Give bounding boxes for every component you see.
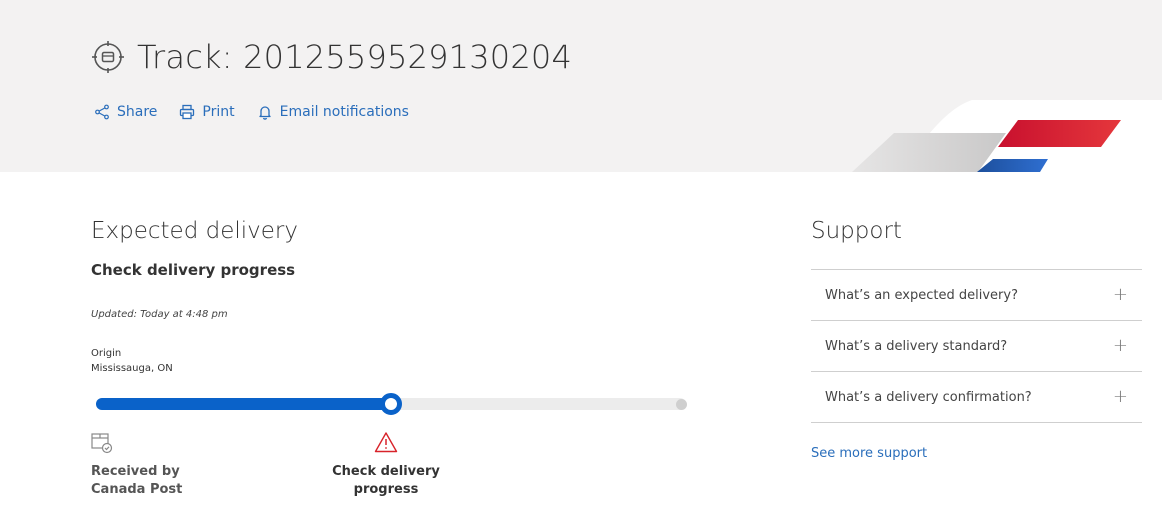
expand-plus-icon: +	[1112, 335, 1128, 356]
share-icon	[95, 104, 109, 120]
progress-current-marker	[380, 393, 402, 415]
support-question: What’s an expected delivery?	[825, 287, 1018, 303]
title-row: Track: 2012559529130204	[91, 38, 572, 76]
support-question: What’s a delivery standard?	[825, 338, 1008, 354]
delivery-status: Check delivery progress	[91, 261, 296, 279]
updated-timestamp: Updated: Today at 4:48 pm	[91, 309, 228, 320]
step-check-progress: Check delivery progress	[326, 463, 446, 499]
step-received: Received by Canada Post	[91, 463, 182, 499]
email-notifications-label: Email notifications	[279, 104, 409, 120]
step-received-line1: Received by	[91, 464, 180, 479]
support-item-expected-delivery[interactable]: What’s an expected delivery? +	[811, 270, 1142, 321]
print-label: Print	[202, 104, 235, 120]
see-more-support-link[interactable]: See more support	[811, 446, 927, 461]
step-check-line1: Check delivery	[332, 464, 440, 479]
email-notifications-button[interactable]: Email notifications	[257, 104, 409, 120]
page-header: Track: 2012559529130204 Share Print Emai…	[0, 0, 1162, 172]
package-received-icon	[91, 433, 113, 454]
support-question: What’s a delivery confirmation?	[825, 389, 1032, 405]
progress-end-dot	[676, 399, 687, 410]
origin-label: Origin	[91, 348, 122, 359]
warning-icon	[374, 432, 398, 453]
share-button[interactable]: Share	[94, 104, 157, 120]
canada-post-brand-graphic	[852, 100, 1162, 172]
print-button[interactable]: Print	[179, 104, 235, 120]
support-heading: Support	[811, 218, 902, 244]
progress-fill	[96, 398, 391, 410]
expand-plus-icon: +	[1112, 284, 1128, 305]
printer-icon	[180, 104, 195, 120]
expected-delivery-heading: Expected delivery	[91, 218, 298, 244]
track-target-icon	[92, 41, 124, 73]
origin-value: Mississauga, ON	[91, 363, 173, 374]
bell-icon	[258, 106, 271, 120]
expand-plus-icon: +	[1112, 386, 1128, 407]
support-accordion: What’s an expected delivery? + What’s a …	[811, 269, 1142, 423]
step-received-line2: Canada Post	[91, 482, 183, 497]
step-check-line2: progress	[353, 482, 419, 497]
page-title: Track: 2012559529130204	[137, 38, 573, 76]
support-item-delivery-confirmation[interactable]: What’s a delivery confirmation? +	[811, 372, 1142, 423]
share-label: Share	[117, 104, 158, 120]
support-item-delivery-standard[interactable]: What’s a delivery standard? +	[811, 321, 1142, 372]
header-actions: Share Print Email notifications	[94, 104, 431, 120]
